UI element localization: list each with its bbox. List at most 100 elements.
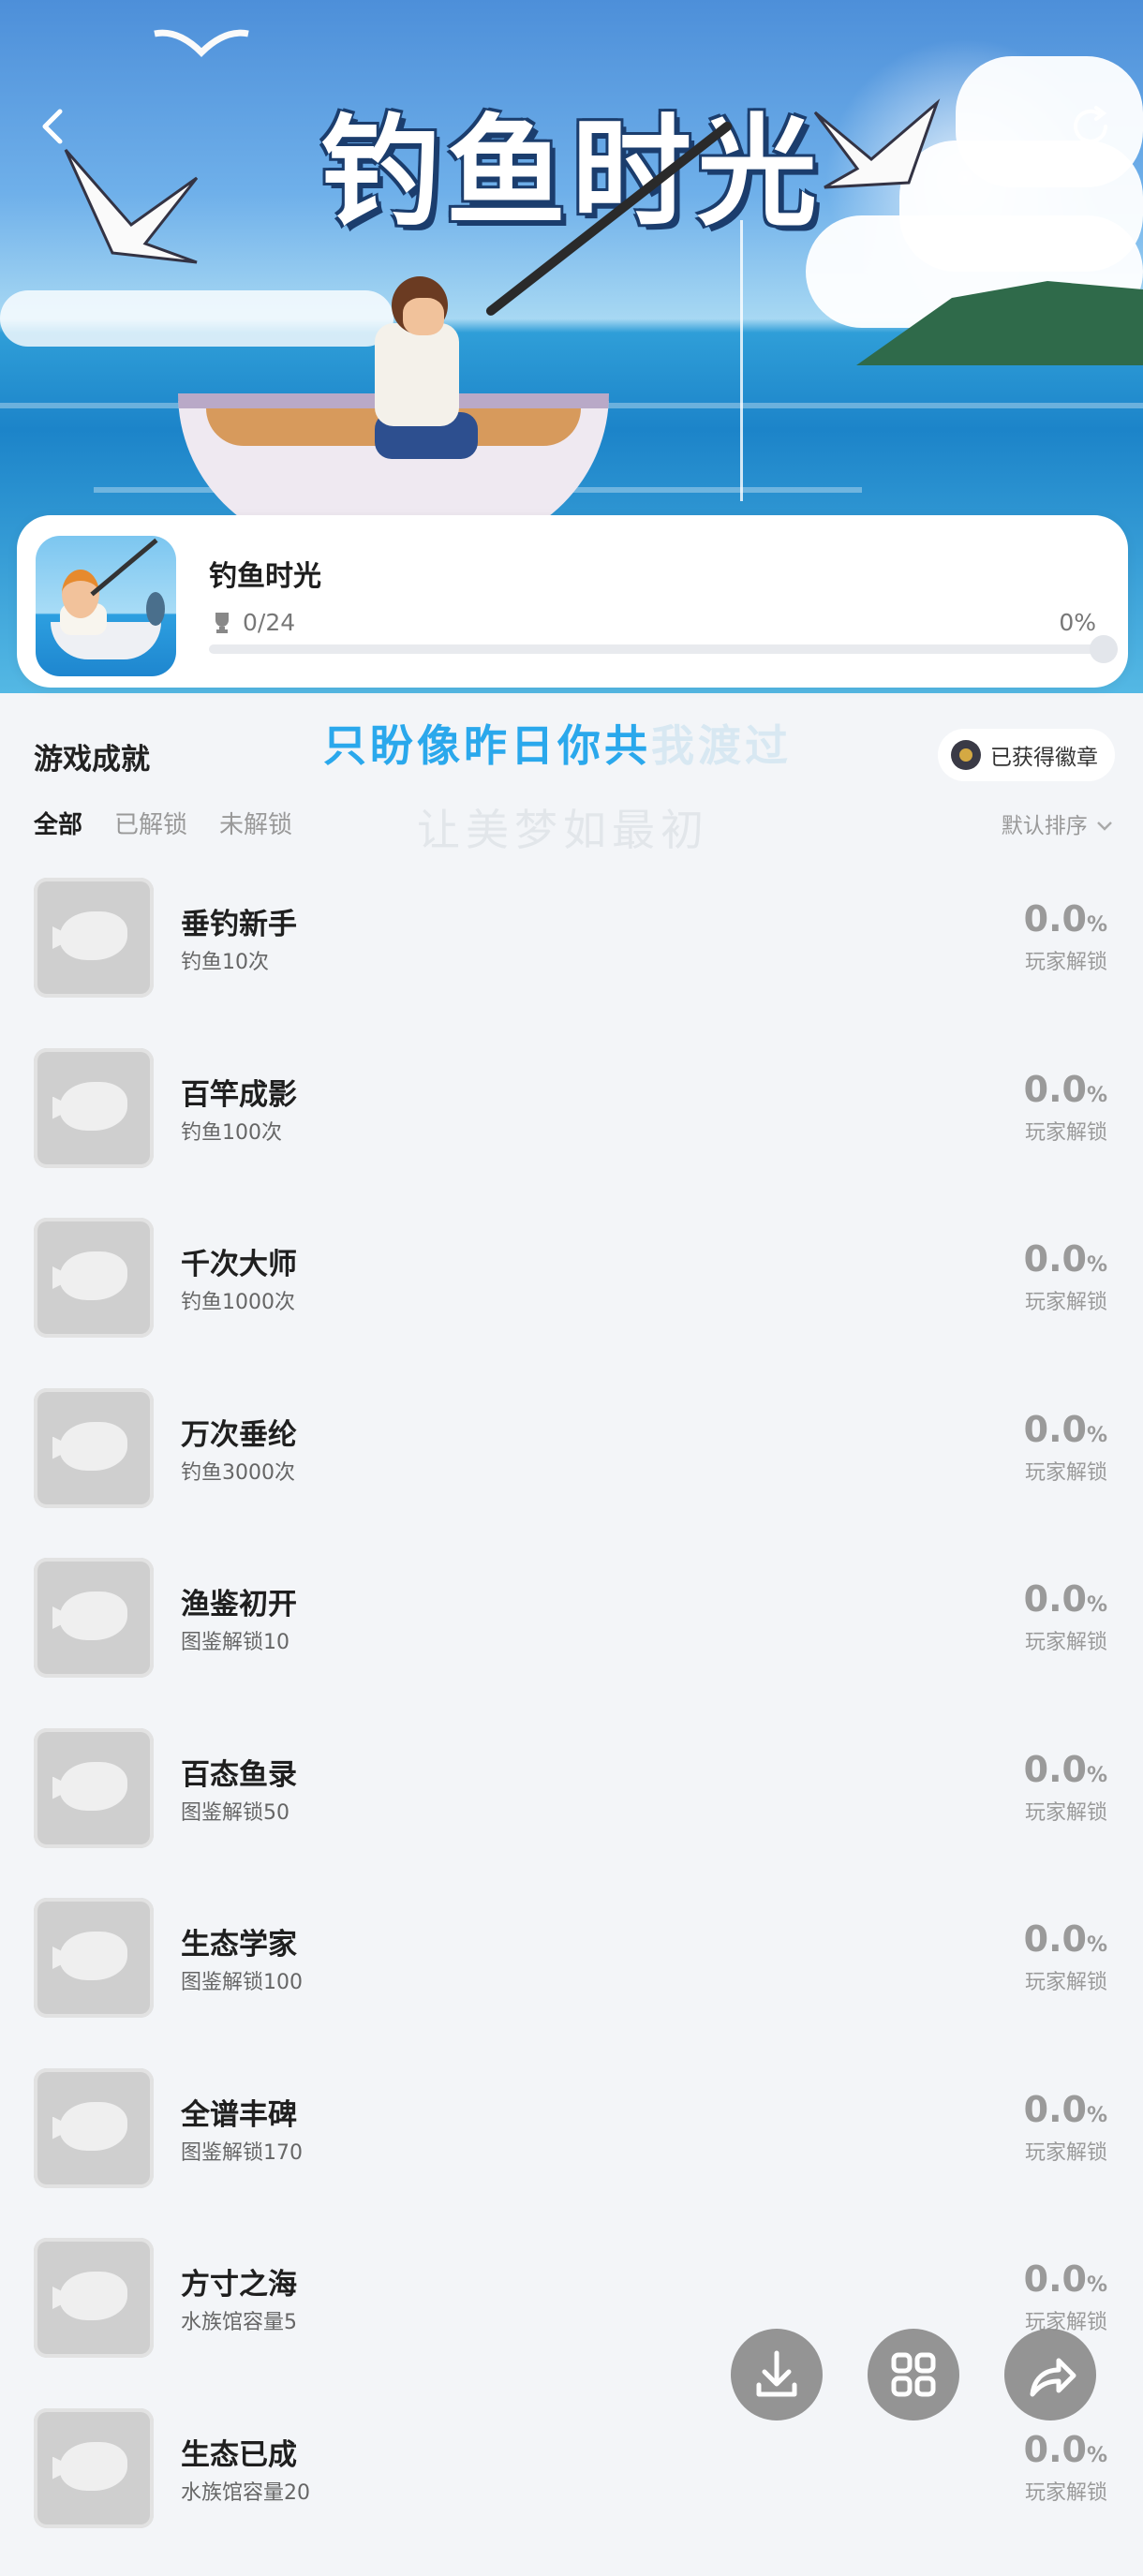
fish-badge-icon [34, 2408, 154, 2528]
achievement-name: 千次大师 [181, 1240, 297, 1282]
lyric-line-2: 让美梦如最初 [417, 796, 709, 858]
badge-icon [951, 740, 981, 770]
section-title: 游戏成就 [34, 735, 150, 777]
fish-badge-icon [34, 1558, 154, 1678]
unlock-percent: 0.0% [1024, 1069, 1107, 1110]
seagull-icon [150, 24, 253, 71]
percent-sign: % [1087, 1593, 1107, 1617]
unlock-percent: 0.0% [1024, 1749, 1107, 1790]
progress-bar [209, 644, 1118, 654]
sort-label: 默认排序 [1002, 814, 1088, 838]
game-info-card: 钓鱼时光 0/24 0% [17, 515, 1128, 688]
tab-all[interactable]: 全部 [34, 806, 82, 840]
achievement-row[interactable]: 千次大师钓鱼1000次0.0%玩家解锁 [0, 1216, 1143, 1386]
unlock-label: 玩家解锁 [1025, 2136, 1107, 2166]
fish-badge-icon [34, 1388, 154, 1508]
unlock-percent: 0.0% [1024, 2429, 1107, 2470]
grid-icon [868, 2329, 959, 2421]
unlock-percent-value: 0.0 [1024, 2258, 1087, 2300]
achievement-row[interactable]: 百竿成影钓鱼100次0.0%玩家解锁 [0, 1046, 1143, 1217]
percent-sign: % [1087, 1933, 1107, 1957]
achievement-name: 万次垂纶 [181, 1411, 297, 1453]
fish-badge-icon [34, 2238, 154, 2358]
achievement-name: 百态鱼录 [181, 1751, 297, 1793]
earned-badges-button[interactable]: 已获得徽章 [938, 729, 1115, 781]
unlock-percent: 0.0% [1024, 898, 1107, 940]
achievement-name: 全谱丰碑 [181, 2091, 297, 2133]
achievement-desc: 图鉴解锁50 [181, 1796, 289, 1826]
percent-sign: % [1087, 1764, 1107, 1787]
fisher [403, 298, 444, 335]
progress-end-icon [1090, 635, 1118, 663]
achievement-desc: 图鉴解锁100 [181, 1965, 303, 1995]
percent-sign: % [1087, 2104, 1107, 2127]
achievement-row[interactable]: 万次垂纶钓鱼3000次0.0%玩家解锁 [0, 1386, 1143, 1557]
fishing-line [740, 220, 743, 501]
chevron-left-icon [24, 98, 81, 155]
achievement-row[interactable]: 生态学家图鉴解锁1000.0%玩家解锁 [0, 1896, 1143, 2066]
trophy-icon [211, 611, 233, 635]
progress-percent: 0% [1059, 609, 1096, 636]
fisher [375, 323, 459, 426]
achievement-name: 生态学家 [181, 1920, 297, 1962]
refresh-icon [1062, 98, 1119, 155]
achievement-row[interactable]: 垂钓新手钓鱼10次 0.0% 玩家解锁 [0, 876, 1143, 1046]
unlock-percent-value: 0.0 [1024, 1238, 1087, 1280]
percent-sign: % [1087, 1084, 1107, 1107]
trophy-count: 0/24 [211, 609, 295, 636]
fish-badge-icon [34, 1898, 154, 2018]
sort-dropdown[interactable]: 默认排序 [1002, 807, 1115, 839]
refresh-button[interactable] [1062, 98, 1119, 155]
back-button[interactable] [24, 98, 81, 155]
hero-title: 钓鱼时光 [0, 75, 1143, 248]
achievement-desc: 水族馆容量20 [181, 2476, 310, 2506]
fish-badge-icon [34, 2068, 154, 2188]
achievement-desc: 钓鱼1000次 [181, 1285, 295, 1315]
achievement-name: 百竿成影 [181, 1071, 297, 1113]
unlock-percent: 0.0% [1024, 1578, 1107, 1620]
earned-badges-label: 已获得徽章 [990, 739, 1098, 771]
achievement-row[interactable]: 渔鉴初开图鉴解锁100.0%玩家解锁 [0, 1556, 1143, 1726]
lyric-line-1: 只盼像昨日你共我渡过 [323, 712, 792, 774]
percent-sign: % [1087, 1253, 1107, 1277]
apps-button[interactable] [868, 2329, 959, 2421]
trophy-count-text: 0/24 [243, 609, 295, 636]
game-app-icon [36, 536, 176, 676]
unlock-label: 玩家解锁 [1025, 2476, 1107, 2506]
achievement-name: 垂钓新手 [181, 900, 297, 942]
unlock-percent-value: 0.0 [1024, 1069, 1087, 1110]
achievement-desc: 钓鱼10次 [181, 945, 269, 975]
unlock-percent-value: 0.0 [1024, 898, 1087, 940]
unlock-percent-value: 0.0 [1024, 1918, 1087, 1960]
filter-tabs: 全部 已解锁 未解锁 [34, 806, 292, 840]
achievement-list: 垂钓新手钓鱼10次0.0%玩家解锁百竿成影钓鱼100次0.0%玩家解锁千次大师钓… [0, 876, 1143, 2576]
unlock-percent: 0.0% [1024, 1238, 1107, 1280]
tab-locked[interactable]: 未解锁 [219, 806, 292, 840]
percent-sign: % [1087, 2273, 1107, 2297]
unlock-percent: 0.0% [1024, 1409, 1107, 1450]
unlock-label: 玩家解锁 [1025, 1116, 1107, 1146]
tab-unlocked[interactable]: 已解锁 [114, 806, 187, 840]
unlock-percent: 0.0% [1024, 2089, 1107, 2130]
lyric-highlight: 只盼像昨日你共 [323, 720, 651, 771]
unlock-percent-value: 0.0 [1024, 1578, 1087, 1620]
share-button[interactable] [1004, 2329, 1096, 2421]
percent-sign: % [1087, 2444, 1107, 2467]
game-name: 钓鱼时光 [209, 553, 321, 594]
unlock-label: 玩家解锁 [1025, 1625, 1107, 1655]
achievement-desc: 水族馆容量5 [181, 2305, 297, 2335]
achievement-row[interactable]: 生态已成水族馆容量200.0%玩家解锁 [0, 2406, 1143, 2576]
download-button[interactable] [731, 2329, 823, 2421]
achievement-row[interactable]: 方寸之海水族馆容量50.0%玩家解锁 [0, 2236, 1143, 2406]
fish-badge-icon [34, 1048, 154, 1168]
unlock-label: 玩家解锁 [1025, 1796, 1107, 1826]
chevron-down-icon [1094, 820, 1115, 833]
unlock-label: 玩家解锁 [1025, 1456, 1107, 1486]
unlock-percent-value: 0.0 [1024, 1409, 1087, 1450]
download-icon [731, 2329, 823, 2421]
achievement-row[interactable]: 全谱丰碑图鉴解锁1700.0%玩家解锁 [0, 2066, 1143, 2237]
achievement-name: 方寸之海 [181, 2260, 297, 2302]
achievement-row[interactable]: 百态鱼录图鉴解锁50 0.0% 玩家解锁 [0, 1726, 1143, 1897]
unlock-label: 玩家解锁 [1025, 945, 1107, 975]
cloud [0, 290, 393, 347]
